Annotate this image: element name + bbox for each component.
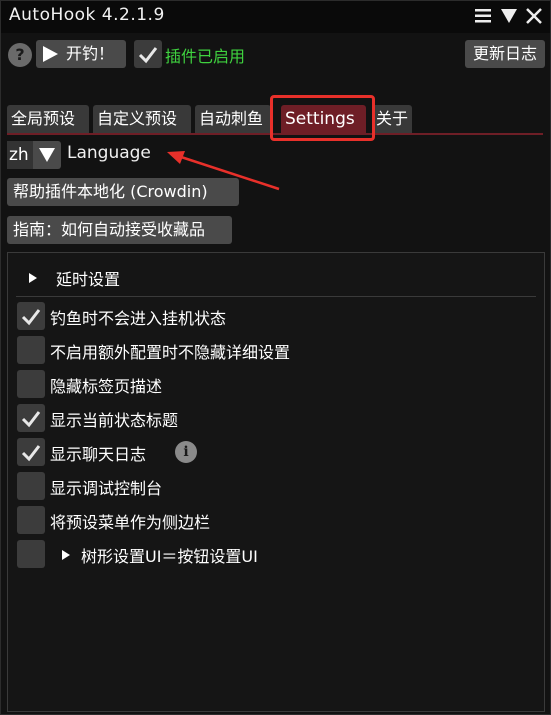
checkmark-icon: [21, 445, 41, 462]
checkmark-icon: [21, 411, 41, 428]
crowdin-localization-button[interactable]: 帮助插件本地化 (Crowdin): [7, 178, 239, 206]
language-dropdown-button[interactable]: [33, 141, 61, 169]
language-select[interactable]: zh: [7, 141, 33, 169]
checkmark-icon: [21, 309, 41, 326]
start-fishing-button[interactable]: 开钓！: [36, 40, 126, 68]
close-icon[interactable]: [524, 6, 544, 26]
chevron-right-icon: [29, 273, 37, 283]
language-label: Language: [67, 143, 151, 163]
collectables-guide-button[interactable]: 指南：如何自动接受收藏品: [7, 216, 232, 244]
option-checkbox[interactable]: [17, 370, 45, 398]
chevron-down-icon: [39, 148, 55, 162]
info-icon[interactable]: i: [175, 441, 197, 463]
option-label: 树形设置UI＝按钮设置UI: [81, 547, 258, 566]
option-preset-sidebar[interactable]: 将预设菜单作为侧边栏: [17, 506, 517, 534]
option-show-details[interactable]: 不启用额外配置时不隐藏详细设置: [17, 336, 517, 364]
option-show-chat-log[interactable]: 显示聊天日志 i: [17, 438, 517, 466]
changelog-button[interactable]: 更新日志: [465, 40, 545, 68]
tab-custom-presets[interactable]: 自定义预设: [93, 105, 191, 133]
option-hide-tab-desc[interactable]: 隐藏标签页描述: [17, 370, 517, 398]
help-icon[interactable]: ?: [8, 43, 32, 67]
collapse-icon[interactable]: [499, 6, 519, 26]
option-label: 显示当前状态标题: [50, 411, 179, 430]
tab-global-presets[interactable]: 全局预设: [7, 105, 89, 133]
plugin-enabled-checkbox[interactable]: [134, 40, 162, 68]
window-title: AutoHook 4.2.1.9: [9, 5, 165, 25]
start-fishing-label: 开钓！: [66, 44, 115, 63]
checkmark-icon: [138, 47, 158, 64]
autohook-window: AutoHook 4.2.1.9 ? 开钓！ 插件已启用 更新日志 全局预设 自…: [0, 0, 551, 715]
menu-icon[interactable]: [473, 6, 493, 26]
option-checkbox[interactable]: [17, 506, 45, 534]
tab-auto-hook[interactable]: 自动刺鱼: [195, 105, 271, 133]
plugin-enabled-label: 插件已启用: [165, 47, 246, 66]
option-label: 隐藏标签页描述: [50, 377, 163, 396]
settings-panel: 延时设置 钓鱼时不会进入挂机状态 不启用额外配置时不隐藏详细设置 隐藏标签页描述…: [7, 252, 545, 712]
option-debug-console[interactable]: 显示调试控制台: [17, 472, 517, 500]
chevron-right-icon: [62, 550, 70, 560]
option-label: 将预设菜单作为侧边栏: [50, 513, 211, 532]
option-checkbox[interactable]: [17, 472, 45, 500]
option-label: 不启用额外配置时不隐藏详细设置: [50, 343, 291, 362]
option-no-afk[interactable]: 钓鱼时不会进入挂机状态: [17, 302, 517, 330]
option-checkbox[interactable]: [17, 302, 45, 330]
play-icon: [43, 46, 58, 62]
option-label: 显示调试控制台: [50, 479, 163, 498]
settings-tab-highlight-box: [270, 95, 375, 141]
option-checkbox[interactable]: [17, 540, 45, 568]
option-tree-ui[interactable]: 树形设置UI＝按钮设置UI: [17, 540, 517, 568]
option-checkbox[interactable]: [17, 404, 45, 432]
option-checkbox[interactable]: [17, 438, 45, 466]
option-checkbox[interactable]: [17, 336, 45, 364]
title-bar[interactable]: AutoHook 4.2.1.9: [1, 1, 550, 33]
delay-settings-label: 延时设置: [56, 270, 121, 289]
delay-settings-header[interactable]: 延时设置: [16, 263, 536, 291]
option-label: 钓鱼时不会进入挂机状态: [50, 309, 227, 328]
option-show-status-header[interactable]: 显示当前状态标题: [17, 404, 517, 432]
panel-divider: [16, 296, 536, 297]
tab-about[interactable]: 关于: [372, 105, 412, 133]
option-label: 显示聊天日志: [50, 445, 147, 464]
